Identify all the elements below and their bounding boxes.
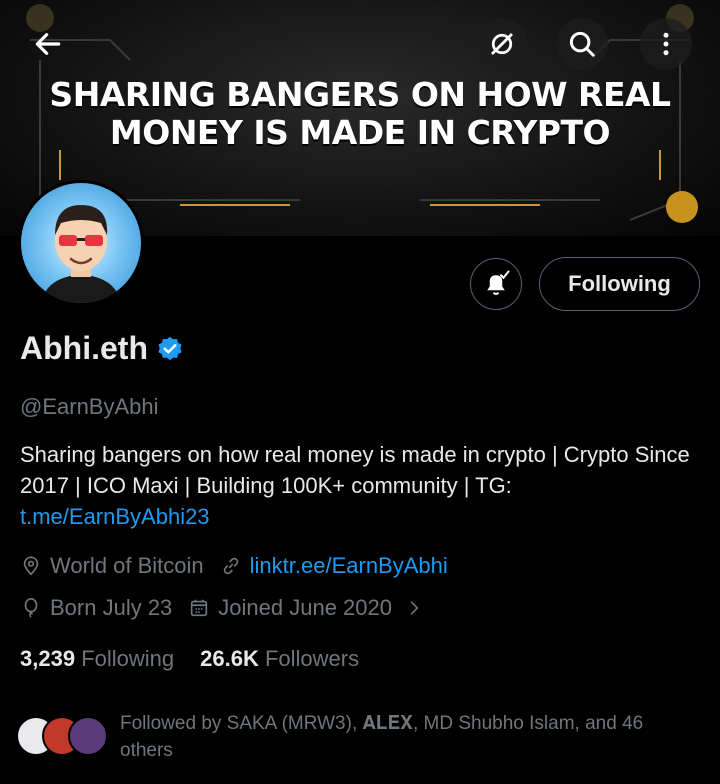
following-button[interactable]: Following <box>539 257 700 311</box>
avatar-illustration <box>43 205 119 303</box>
birthday-text: Born July 23 <box>50 595 173 620</box>
notifications-bell-button[interactable] <box>470 258 522 310</box>
back-button[interactable] <box>22 18 74 70</box>
follower-avatars <box>16 716 108 756</box>
arrow-left-icon <box>35 33 61 55</box>
avatar[interactable] <box>18 180 144 306</box>
balloon-icon <box>24 598 38 618</box>
chevron-right-icon <box>410 601 419 615</box>
profile-name-row: Abhi.eth <box>20 330 184 367</box>
joined-item[interactable]: Joined June 2020 <box>188 595 432 621</box>
profile-meta-row: World of Bitcoin linktr.ee/EarnByAbhi <box>20 553 464 579</box>
verified-badge-icon[interactable] <box>156 335 184 363</box>
search-icon <box>569 31 595 57</box>
banner-text: SHARING BANGERS ON HOW REAL MONEY IS MAD… <box>49 75 671 152</box>
location-item: World of Bitcoin <box>20 553 204 579</box>
bell-check-icon <box>487 270 510 295</box>
followed-by-row[interactable]: Followed by SAKA (MRW3), 𝐀𝐋𝐄𝐗, MD Shubho… <box>16 710 700 764</box>
profile-handle: @EarnByAbhi <box>20 394 159 419</box>
grok-button[interactable] <box>476 18 528 70</box>
following-label: Following <box>81 646 175 671</box>
bitcoin-coin-icon <box>666 191 698 223</box>
follower-avatar <box>68 716 108 756</box>
search-button[interactable] <box>556 18 608 70</box>
calendar-icon <box>191 599 208 617</box>
website-link[interactable]: linktr.ee/EarnByAbhi <box>250 553 448 579</box>
profile-dates-row: Born July 23 Joined June 2020 <box>20 595 448 621</box>
birthday-item: Born July 23 <box>20 595 172 621</box>
profile-bio: Sharing bangers on how real money is mad… <box>20 439 700 532</box>
link-icon <box>223 557 238 575</box>
location-text: World of Bitcoin <box>50 553 204 578</box>
bio-telegram-link[interactable]: t.me/EarnByAbhi23 <box>20 504 210 529</box>
following-stat[interactable]: 3,239 Following <box>20 646 174 672</box>
followers-count: 26.6K <box>200 646 259 671</box>
location-pin-icon <box>23 556 39 576</box>
follow-stats: 3,239 Following 26.6K Followers <box>20 646 385 672</box>
grok-icon <box>491 33 513 55</box>
profile-name: Abhi.eth <box>20 330 148 366</box>
more-vertical-icon <box>663 32 669 56</box>
followed-by-text: Followed by SAKA (MRW3), 𝐀𝐋𝐄𝐗, MD Shubho… <box>120 713 644 761</box>
following-count: 3,239 <box>20 646 76 671</box>
joined-text: Joined June 2020 <box>218 595 392 620</box>
more-button[interactable] <box>640 18 692 70</box>
website-item[interactable]: linktr.ee/EarnByAbhi <box>220 553 448 579</box>
bio-text: Sharing bangers on how real money is mad… <box>20 442 690 498</box>
followers-stat[interactable]: 26.6K Followers <box>200 646 359 672</box>
followers-label: Followers <box>264 646 360 671</box>
